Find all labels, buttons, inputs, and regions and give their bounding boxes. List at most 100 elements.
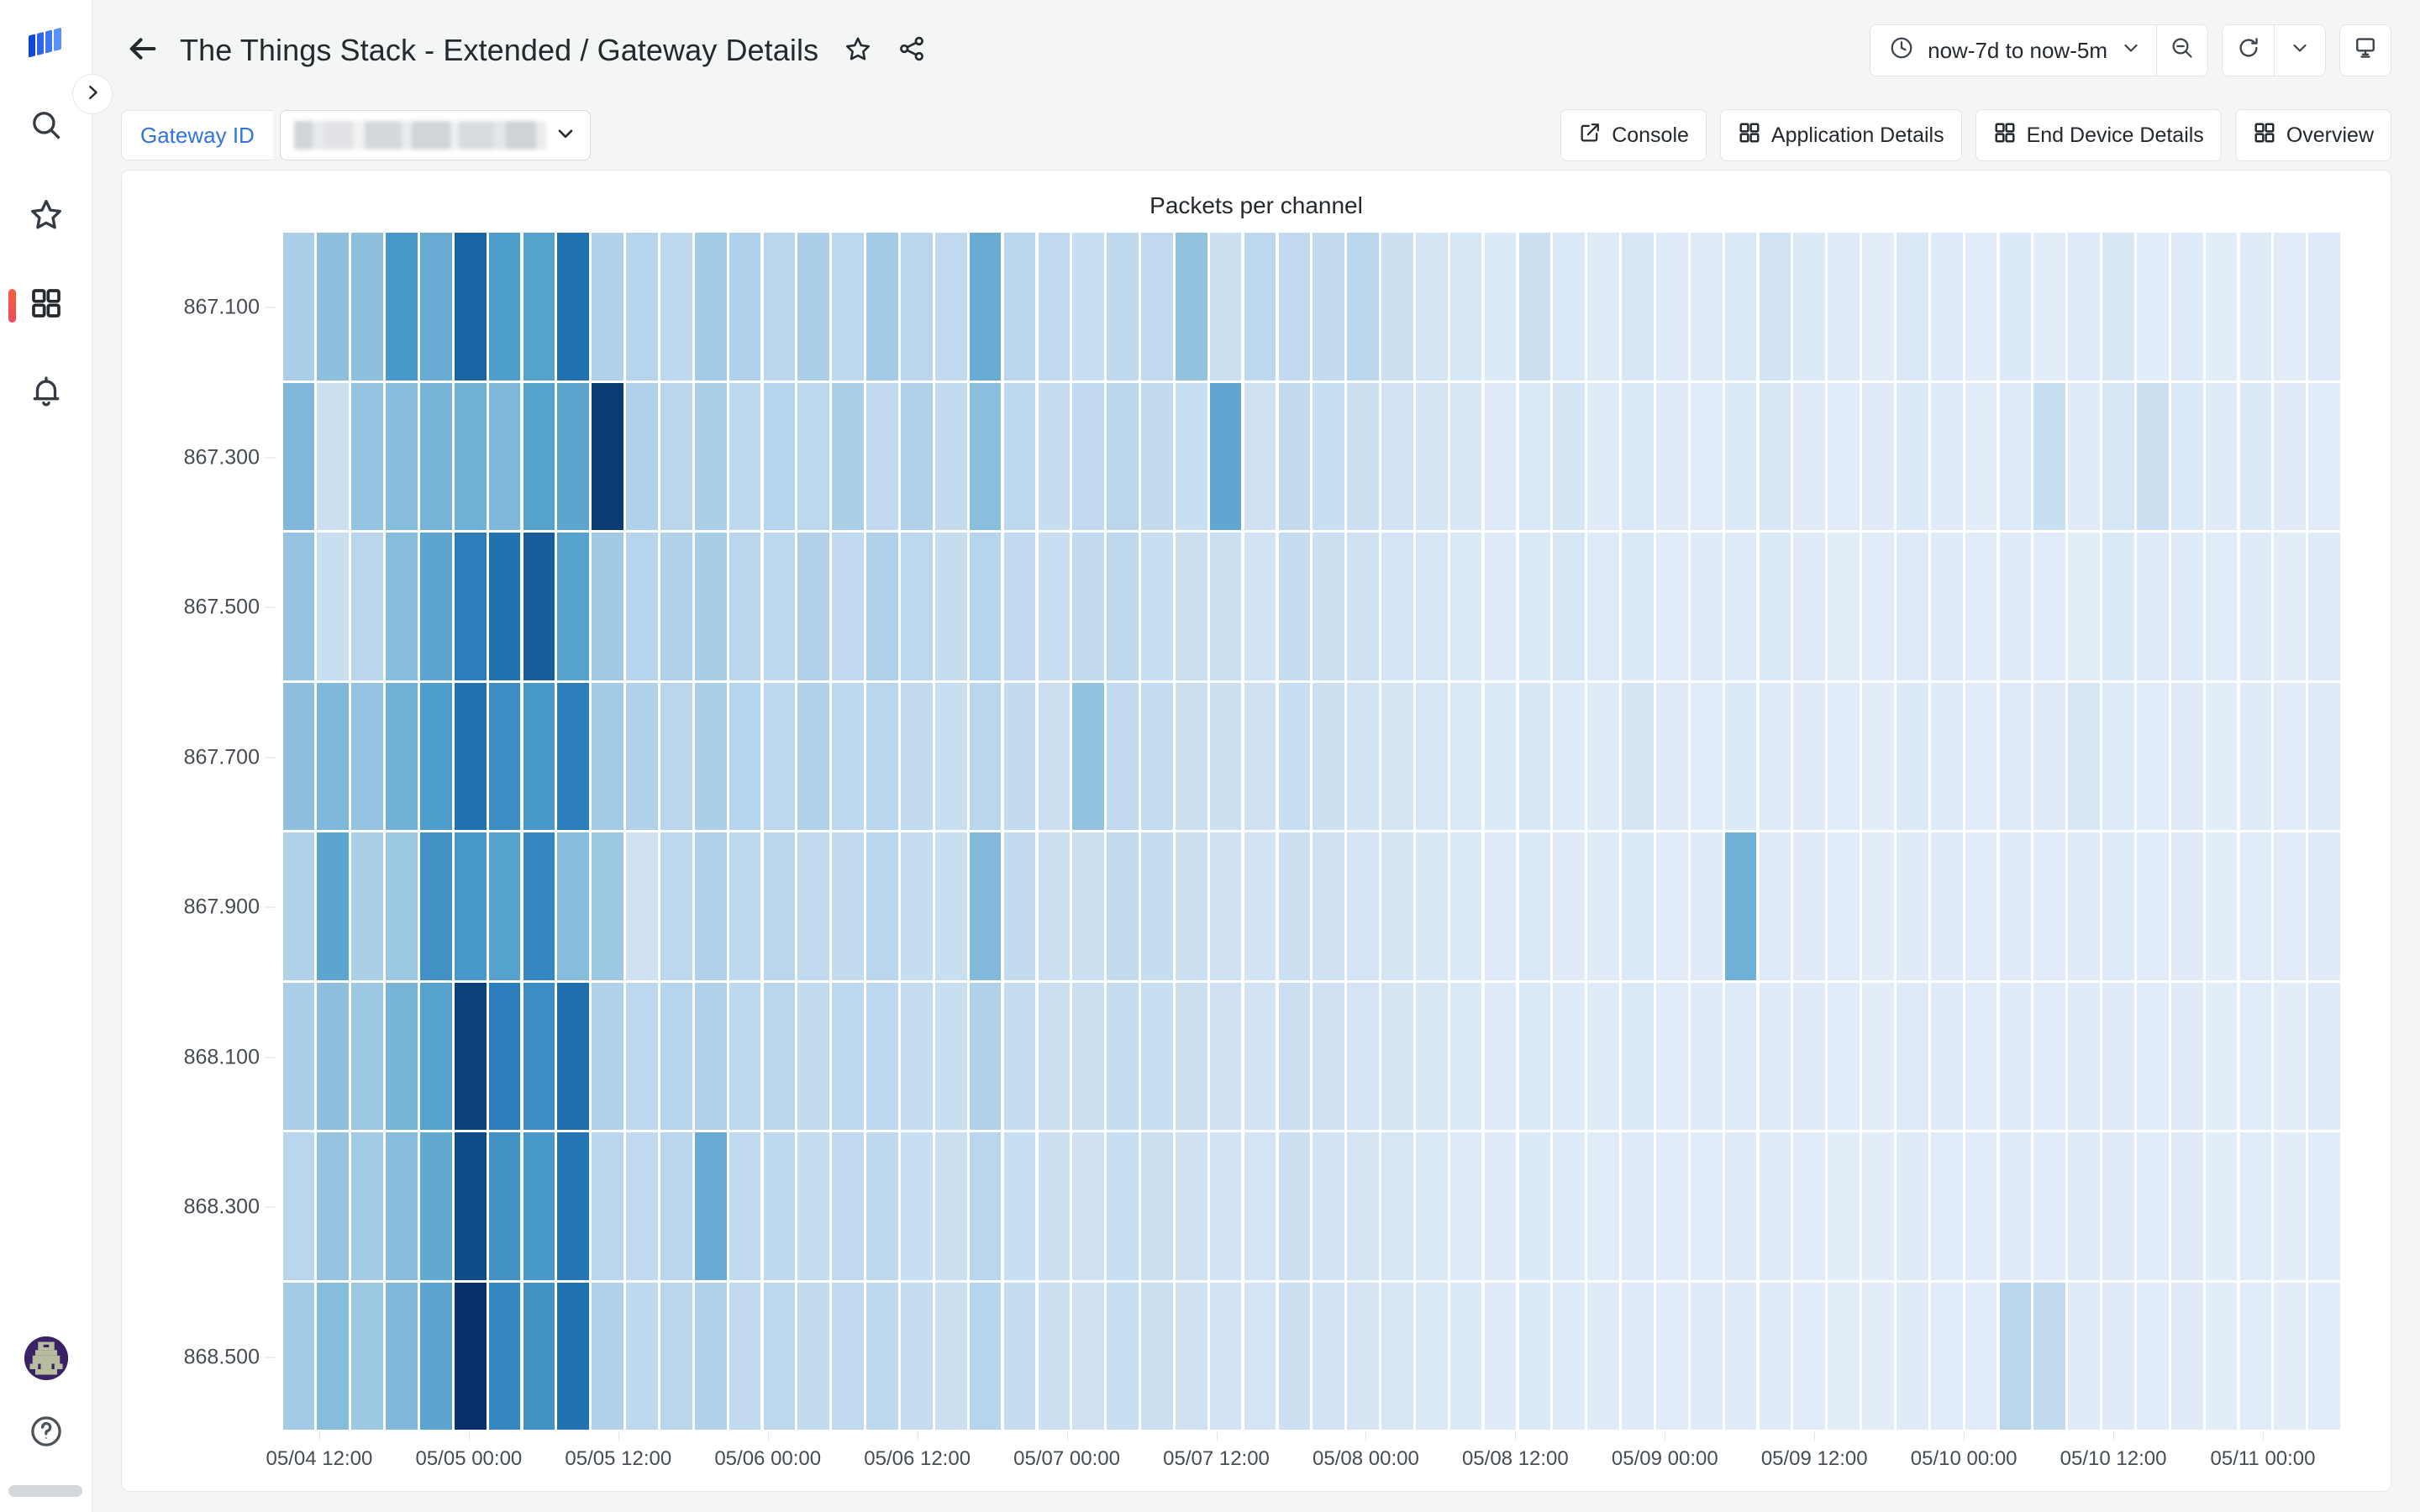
heatmap-cell[interactable] bbox=[797, 982, 830, 1131]
heatmap-cell[interactable] bbox=[1828, 533, 1860, 680]
heatmap-cell[interactable] bbox=[729, 233, 761, 381]
heatmap-cell[interactable] bbox=[1347, 982, 1379, 1131]
heatmap-cell[interactable] bbox=[592, 982, 623, 1131]
heatmap-cell[interactable] bbox=[1003, 233, 1036, 381]
heatmap-cell[interactable] bbox=[1518, 1282, 1551, 1431]
heatmap-cell[interactable] bbox=[1484, 832, 1517, 980]
heatmap-cell[interactable] bbox=[386, 382, 418, 531]
heatmap-cell[interactable] bbox=[1793, 233, 1826, 381]
heatmap-cell[interactable] bbox=[626, 382, 658, 531]
heatmap-cell[interactable] bbox=[2102, 1132, 2134, 1280]
heatmap-cell[interactable] bbox=[626, 832, 658, 980]
heatmap-cell[interactable] bbox=[1965, 533, 1997, 680]
heatmap-cell[interactable] bbox=[1862, 682, 1894, 831]
heatmap-cell[interactable] bbox=[729, 982, 761, 1131]
heatmap-cell[interactable] bbox=[1518, 682, 1551, 831]
time-range-picker[interactable]: now-7d to now-5m bbox=[1870, 24, 2156, 76]
heatmap-cell[interactable] bbox=[2274, 982, 2307, 1131]
heatmap-cell[interactable] bbox=[660, 832, 692, 980]
heatmap-cell[interactable] bbox=[832, 682, 865, 831]
share-button[interactable] bbox=[894, 33, 929, 68]
heatmap-cell[interactable] bbox=[1175, 533, 1207, 680]
heatmap-cell[interactable] bbox=[592, 832, 623, 980]
heatmap-cell[interactable] bbox=[2033, 682, 2066, 831]
heatmap-cell[interactable] bbox=[2170, 1282, 2203, 1431]
heatmap-cell[interactable] bbox=[351, 233, 383, 381]
heatmap-cell[interactable] bbox=[729, 533, 761, 680]
heatmap-cell[interactable] bbox=[1793, 682, 1826, 831]
heatmap-cell[interactable] bbox=[282, 982, 315, 1131]
heatmap-cell[interactable] bbox=[1449, 233, 1482, 381]
heatmap-cell[interactable] bbox=[1518, 233, 1551, 381]
heatmap-cell[interactable] bbox=[866, 233, 898, 381]
heatmap-cell[interactable] bbox=[763, 832, 796, 980]
heatmap-cell[interactable] bbox=[1072, 832, 1105, 980]
heatmap-cell[interactable] bbox=[1313, 982, 1345, 1131]
heatmap-cell[interactable] bbox=[2137, 1132, 2169, 1280]
heatmap-cell[interactable] bbox=[386, 982, 418, 1131]
heatmap-cell[interactable] bbox=[1209, 1282, 1242, 1431]
heatmap-cell[interactable] bbox=[1793, 382, 1826, 531]
heatmap-cell[interactable] bbox=[1347, 533, 1379, 680]
heatmap-cell[interactable] bbox=[592, 682, 623, 831]
heatmap-cell[interactable] bbox=[1415, 233, 1448, 381]
heatmap-cell[interactable] bbox=[934, 1282, 967, 1431]
heatmap-cell[interactable] bbox=[797, 233, 830, 381]
heatmap-cell[interactable] bbox=[592, 233, 623, 381]
heatmap-cell[interactable] bbox=[1965, 1132, 1997, 1280]
heatmap-cell[interactable] bbox=[1175, 382, 1207, 531]
heatmap-cell[interactable] bbox=[797, 533, 830, 680]
heatmap-cell[interactable] bbox=[1313, 1282, 1345, 1431]
sidebar-item-starred[interactable] bbox=[0, 190, 92, 242]
heatmap-cell[interactable] bbox=[1999, 682, 2032, 831]
heatmap-cell[interactable] bbox=[282, 533, 315, 680]
heatmap-cell[interactable] bbox=[1209, 832, 1242, 980]
heatmap-cell[interactable] bbox=[2102, 533, 2134, 680]
heatmap-cell[interactable] bbox=[2102, 982, 2134, 1131]
heatmap-panel[interactable]: Packets per channel 867.100 867.300 867.50… bbox=[121, 170, 2391, 1492]
heatmap-cell[interactable] bbox=[832, 832, 865, 980]
heatmap-cell[interactable] bbox=[317, 1132, 350, 1280]
heatmap-cell[interactable] bbox=[1655, 982, 1688, 1131]
heatmap-cell[interactable] bbox=[1003, 1132, 1036, 1280]
heatmap-cell[interactable] bbox=[1793, 1282, 1826, 1431]
heatmap-cell[interactable] bbox=[317, 1282, 350, 1431]
heatmap-cell[interactable] bbox=[1003, 1282, 1036, 1431]
heatmap-cell[interactable] bbox=[1038, 533, 1071, 680]
heatmap-cell[interactable] bbox=[454, 382, 487, 531]
heatmap-cell[interactable] bbox=[1141, 233, 1173, 381]
heatmap-cell[interactable] bbox=[1518, 382, 1551, 531]
heatmap-cell[interactable] bbox=[2170, 533, 2203, 680]
heatmap-cell[interactable] bbox=[1415, 1132, 1448, 1280]
heatmap-cell[interactable] bbox=[934, 682, 967, 831]
heatmap-cell[interactable] bbox=[1107, 1132, 1139, 1280]
heatmap-cell[interactable] bbox=[592, 382, 623, 531]
heatmap-cell[interactable] bbox=[1862, 832, 1894, 980]
heatmap-cell[interactable] bbox=[488, 1282, 521, 1431]
heatmap-cell[interactable] bbox=[2170, 982, 2203, 1131]
heatmap-cell[interactable] bbox=[1999, 1132, 2032, 1280]
heatmap-cell[interactable] bbox=[2274, 382, 2307, 531]
heatmap-cell[interactable] bbox=[1862, 982, 1894, 1131]
heatmap-cell[interactable] bbox=[523, 982, 555, 1131]
heatmap-cell[interactable] bbox=[557, 382, 590, 531]
heatmap-cell[interactable] bbox=[420, 1282, 452, 1431]
heatmap-cell[interactable] bbox=[626, 533, 658, 680]
heatmap-cell[interactable] bbox=[317, 233, 350, 381]
heatmap-cell[interactable] bbox=[1449, 682, 1482, 831]
heatmap-cell[interactable] bbox=[282, 1282, 315, 1431]
heatmap-cell[interactable] bbox=[1141, 533, 1173, 680]
heatmap-cell[interactable] bbox=[934, 233, 967, 381]
heatmap-cell[interactable] bbox=[1415, 832, 1448, 980]
heatmap-cell[interactable] bbox=[2239, 1282, 2272, 1431]
heatmap-cell[interactable] bbox=[317, 682, 350, 831]
heatmap-cell[interactable] bbox=[969, 382, 1002, 531]
heatmap-cell[interactable] bbox=[1484, 1282, 1517, 1431]
heatmap-cell[interactable] bbox=[729, 1132, 761, 1280]
heatmap-cell[interactable] bbox=[1622, 682, 1654, 831]
heatmap-cell[interactable] bbox=[2137, 982, 2169, 1131]
heatmap-cell[interactable] bbox=[1587, 982, 1619, 1131]
heatmap-cell[interactable] bbox=[1965, 832, 1997, 980]
heatmap-cell[interactable] bbox=[1999, 1282, 2032, 1431]
heatmap-cell[interactable] bbox=[1381, 982, 1413, 1131]
